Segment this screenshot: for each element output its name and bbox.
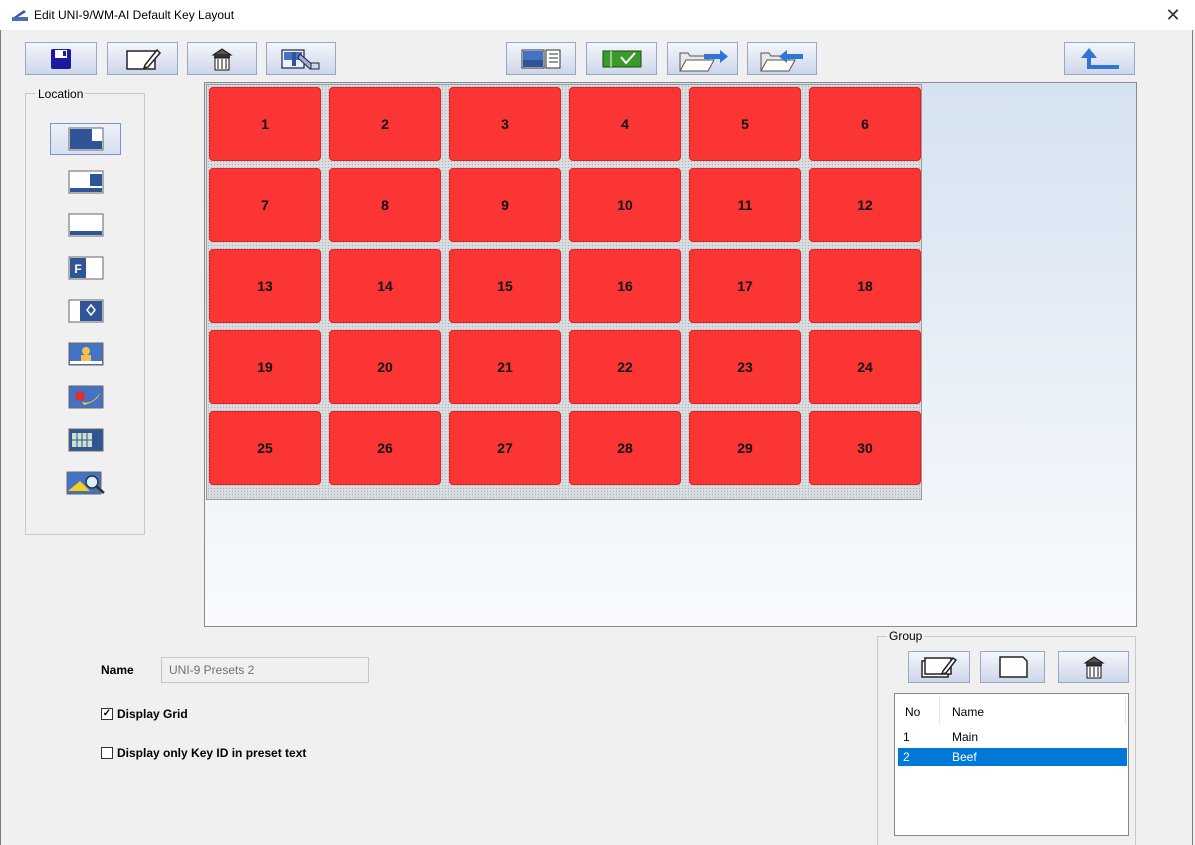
location-f-icon: F — [68, 256, 103, 280]
paint-icon — [281, 48, 320, 70]
paint-button[interactable] — [266, 42, 336, 75]
window-title: Edit UNI-9/WM-AI Default Key Layout — [34, 8, 235, 22]
key-10[interactable]: 10 — [569, 168, 681, 242]
key-1[interactable]: 1 — [209, 87, 321, 161]
location-grid-button[interactable] — [50, 424, 121, 456]
key-13[interactable]: 13 — [209, 249, 321, 323]
key-17[interactable]: 17 — [689, 249, 801, 323]
key-11[interactable]: 11 — [689, 168, 801, 242]
group-list[interactable]: No Name 1 Main 2 Beef — [894, 693, 1129, 836]
column-no[interactable]: No — [905, 705, 920, 719]
key-3[interactable]: 3 — [449, 87, 561, 161]
delete-button[interactable] — [187, 42, 257, 75]
check-view-button[interactable] — [586, 42, 657, 75]
key-id-checkbox-row[interactable]: Display only Key ID in preset text — [101, 746, 306, 760]
key-21[interactable]: 21 — [449, 330, 561, 404]
key-28[interactable]: 28 — [569, 411, 681, 485]
key-23[interactable]: 23 — [689, 330, 801, 404]
key-18[interactable]: 18 — [809, 249, 921, 323]
group-row-name: Beef — [952, 750, 977, 764]
key-14[interactable]: 14 — [329, 249, 441, 323]
group-row-name: Main — [952, 730, 979, 744]
new-page-icon — [998, 656, 1028, 678]
key-29[interactable]: 29 — [689, 411, 801, 485]
check-view-icon — [602, 50, 641, 67]
location-diamond-icon — [68, 299, 103, 323]
key-6[interactable]: 6 — [809, 87, 921, 161]
column-name[interactable]: Name — [952, 705, 984, 719]
location-legend: Location — [36, 87, 86, 101]
location-search-icon — [66, 471, 105, 495]
key-4[interactable]: 4 — [569, 87, 681, 161]
key-19[interactable]: 19 — [209, 330, 321, 404]
location-bottom-left-button[interactable] — [50, 123, 121, 155]
edit-button[interactable] — [107, 42, 178, 75]
group-row-no: 2 — [903, 750, 910, 764]
list-view-icon — [521, 49, 561, 68]
key-9[interactable]: 9 — [449, 168, 561, 242]
location-full-bottom-icon — [68, 213, 103, 237]
key-5[interactable]: 5 — [689, 87, 801, 161]
group-delete-button[interactable] — [1058, 651, 1129, 683]
group-edit-icon — [921, 656, 958, 678]
key-id-checkbox[interactable] — [101, 747, 113, 759]
key-26[interactable]: 26 — [329, 411, 441, 485]
key-12[interactable]: 12 — [809, 168, 921, 242]
import-button[interactable] — [747, 42, 817, 75]
location-bottom-right-icon — [68, 170, 103, 194]
delete-icon — [211, 47, 233, 70]
location-person-icon — [68, 342, 103, 366]
group-row-beef[interactable]: 2 Beef — [898, 748, 1127, 766]
group-new-button[interactable] — [980, 651, 1045, 683]
key-7[interactable]: 7 — [209, 168, 321, 242]
key-id-label: Display only Key ID in preset text — [117, 746, 307, 760]
group-row-main[interactable]: 1 Main — [898, 728, 1127, 746]
save-icon — [51, 48, 71, 69]
key-20[interactable]: 20 — [329, 330, 441, 404]
key-15[interactable]: 15 — [449, 249, 561, 323]
location-food-icon — [68, 385, 103, 409]
app-icon — [12, 10, 28, 21]
export-button[interactable] — [667, 42, 738, 75]
export-folder-icon — [678, 49, 728, 71]
name-field[interactable]: UNI-9 Presets 2 — [161, 657, 369, 683]
key-2[interactable]: 2 — [329, 87, 441, 161]
column-separator — [939, 697, 940, 723]
delete-icon — [1082, 656, 1105, 679]
location-grid-icon — [68, 428, 103, 452]
display-grid-checkbox-row[interactable]: ✓ Display Grid — [101, 707, 188, 721]
key-30[interactable]: 30 — [809, 411, 921, 485]
group-row-no: 1 — [903, 730, 910, 744]
column-separator — [1125, 697, 1126, 723]
back-button[interactable] — [1064, 42, 1135, 75]
name-label: Name — [101, 663, 134, 677]
group-list-header: No Name — [895, 694, 1128, 728]
location-bottom-left-icon — [68, 127, 103, 151]
save-button[interactable] — [25, 42, 97, 75]
location-f-button[interactable]: F — [50, 252, 121, 284]
key-27[interactable]: 27 — [449, 411, 561, 485]
key-24[interactable]: 24 — [809, 330, 921, 404]
location-search-button[interactable] — [50, 467, 121, 499]
edit-icon — [125, 48, 161, 70]
location-bottom-right-button[interactable] — [50, 166, 121, 198]
group-edit-button[interactable] — [908, 651, 970, 683]
display-grid-checkbox[interactable]: ✓ — [101, 708, 113, 720]
svg-text:F: F — [74, 262, 81, 276]
key-25[interactable]: 25 — [209, 411, 321, 485]
list-view-button[interactable] — [506, 42, 576, 75]
close-icon[interactable]: ✕ — [1159, 4, 1187, 26]
key-22[interactable]: 22 — [569, 330, 681, 404]
title-bar: Edit UNI-9/WM-AI Default Key Layout ✕ — [0, 0, 1195, 30]
display-grid-label: Display Grid — [117, 707, 188, 721]
back-arrow-icon — [1080, 47, 1119, 69]
key-8[interactable]: 8 — [329, 168, 441, 242]
location-person-button[interactable] — [50, 338, 121, 370]
key-16[interactable]: 16 — [569, 249, 681, 323]
location-full-bottom-button[interactable] — [50, 209, 121, 241]
location-food-button[interactable] — [50, 381, 121, 413]
group-legend: Group — [887, 629, 925, 643]
location-diamond-button[interactable] — [50, 295, 121, 327]
import-folder-icon — [760, 49, 803, 71]
